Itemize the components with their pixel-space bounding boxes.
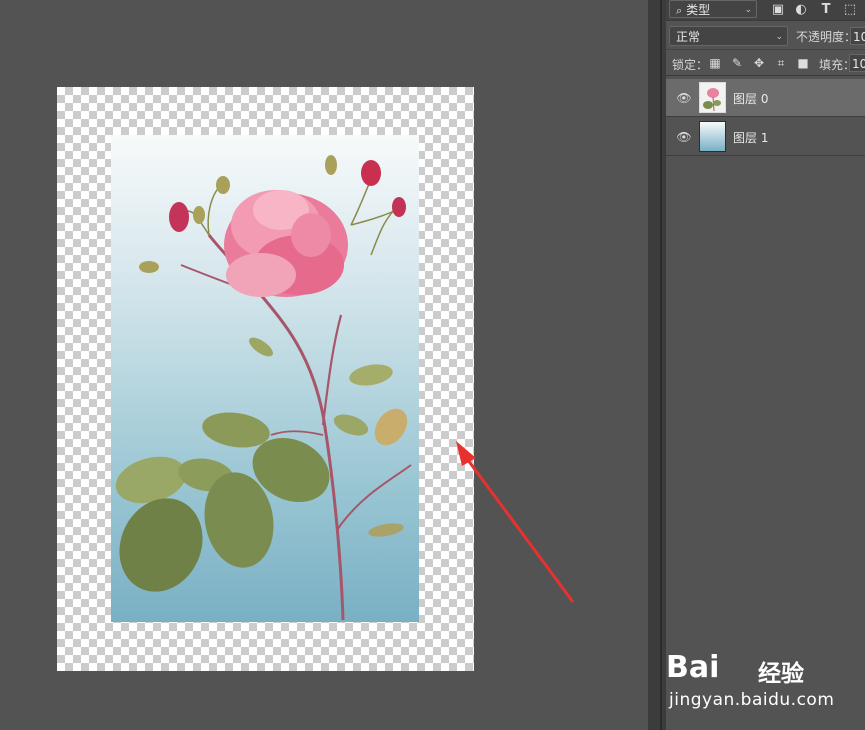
chevron-down-icon: ⌄	[744, 5, 752, 15]
panel-divider	[648, 0, 666, 730]
baidu-watermark-url: jingyan.baidu.com	[669, 690, 835, 710]
search-icon: ⌕	[676, 4, 683, 17]
document-canvas[interactable]	[57, 87, 474, 671]
layer-name: 图层 0	[733, 92, 769, 106]
lock-image-pixels-icon[interactable]: ✎	[729, 55, 745, 71]
layer-filter-bar: ⌕ 类型 ⌄ ▣ ◐ T ⬚	[666, 0, 865, 21]
fill-input[interactable]: 10	[849, 54, 865, 72]
layer-name: 图层 1	[733, 131, 769, 145]
layer-row[interactable]: 👁 图层 1	[666, 118, 865, 156]
adjustment-filter-icon[interactable]: ◐	[793, 2, 809, 18]
blend-mode-value: 正常	[676, 30, 701, 44]
layers-panel: ⌕类型 ⌄ ▣ ◐ T ⬚ 正常 ⌄ 不透明度： 10 锁定： ▦ ✎ ✥ ⌗ …	[666, 0, 865, 730]
lock-label: 锁定：	[672, 58, 709, 72]
eye-icon[interactable]: 👁	[676, 129, 692, 145]
rose-thumbnail	[700, 83, 725, 112]
lock-artboard-icon[interactable]: ⌗	[773, 55, 789, 71]
opacity-input[interactable]: 10	[850, 27, 865, 45]
layer-thumbnail	[699, 121, 726, 152]
layer-thumbnail	[699, 82, 726, 113]
chevron-down-icon: ⌄	[775, 32, 783, 42]
image-filter-icon[interactable]: ▣	[770, 2, 786, 18]
baidu-watermark-logo: Bai	[666, 650, 720, 685]
filter-kind-label: 类型	[686, 3, 711, 17]
lock-all-icon[interactable]: ■	[795, 55, 811, 71]
opacity-label: 不透明度：	[796, 30, 857, 44]
layer-row[interactable]: 👁 图层 0	[666, 79, 865, 117]
rose-artwork-layer	[111, 135, 419, 622]
blend-opacity-bar: 正常 ⌄ 不透明度： 10	[666, 23, 865, 50]
blend-mode-select[interactable]: 正常 ⌄	[669, 26, 788, 46]
eye-icon[interactable]: 👁	[676, 90, 692, 106]
lock-fill-bar: 锁定： ▦ ✎ ✥ ⌗ ■ 填充： 10	[666, 51, 865, 76]
baidu-watermark-jingyan: 经验	[758, 661, 804, 687]
document-workspace[interactable]	[0, 0, 648, 730]
lock-position-icon[interactable]: ✥	[751, 55, 767, 71]
layer-filter-select[interactable]: ⌕ 类型 ⌄	[669, 0, 757, 18]
rose-illustration	[115, 155, 412, 621]
shape-filter-icon[interactable]: ⬚	[842, 2, 858, 18]
lock-transparent-pixels-icon[interactable]: ▦	[707, 55, 723, 71]
type-filter-icon[interactable]: T	[818, 2, 834, 18]
